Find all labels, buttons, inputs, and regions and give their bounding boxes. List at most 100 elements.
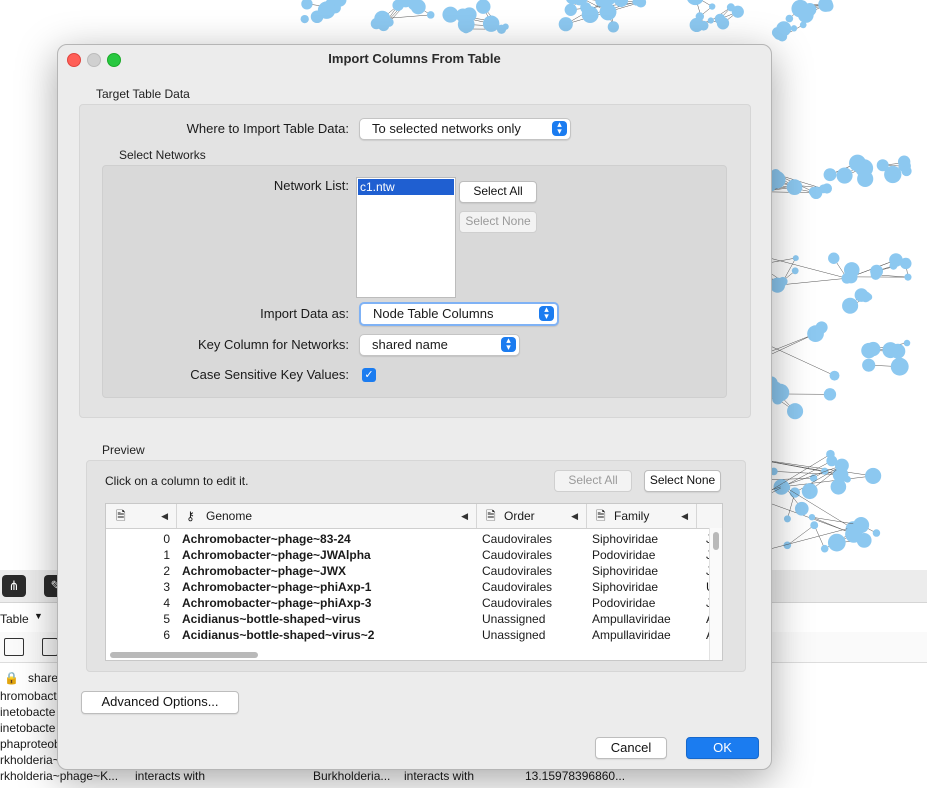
ok-button[interactable]: OK bbox=[686, 737, 759, 759]
bg-cell-name: hromobact bbox=[0, 689, 57, 703]
dialog-title: Import Columns From Table bbox=[328, 51, 501, 66]
network-node bbox=[807, 325, 824, 343]
network-node bbox=[901, 165, 912, 177]
bg-cell-name: rkholderia~ bbox=[0, 753, 60, 767]
network-list-item[interactable]: c1.ntw bbox=[358, 179, 454, 195]
preview-select-all-button[interactable]: Select All bbox=[554, 470, 632, 492]
dialog-titlebar[interactable]: Import Columns From Table bbox=[58, 45, 771, 73]
where-to-import-select[interactable]: To selected networks only ▴ ▾ bbox=[359, 118, 571, 140]
table-cell-family: Ampullaviridae bbox=[592, 612, 671, 626]
preview-hint: Click on a column to edit it. bbox=[105, 474, 249, 488]
network-node bbox=[384, 17, 394, 27]
network-node bbox=[862, 358, 876, 372]
network-node bbox=[790, 25, 798, 32]
network-node bbox=[410, 0, 426, 15]
table-row[interactable]: 6 Acidianus~bottle-shaped~virus~2 Unassign… bbox=[106, 627, 714, 643]
network-node bbox=[844, 475, 851, 483]
network-node bbox=[791, 0, 810, 18]
network-node bbox=[904, 273, 912, 281]
document-icon: 🗎 bbox=[596, 509, 606, 523]
advanced-options-button[interactable]: Advanced Options... bbox=[81, 691, 239, 714]
chevron-updown-icon: ▴ ▾ bbox=[552, 120, 567, 136]
select-all-networks-button[interactable]: Select All bbox=[459, 181, 537, 203]
bg-cell-name: phaproteob bbox=[0, 737, 61, 751]
network-node bbox=[808, 513, 816, 521]
table-row[interactable]: 5 Acidianus~bottle-shaped~virus Unassigned… bbox=[106, 611, 714, 627]
preview-table[interactable]: 🗎 ◀ ⚷ Genome ◀ 🗎 Order ◀ 🗎 Family ◀ 0 Achromo… bbox=[105, 503, 723, 661]
table-cell-family: Ampullaviridae bbox=[592, 628, 671, 642]
table-cell-genome: Acidianus~bottle-shaped~virus~2 bbox=[182, 628, 375, 642]
network-node bbox=[872, 529, 881, 537]
network-node bbox=[842, 297, 859, 314]
select-networks-label: Select Networks bbox=[119, 148, 206, 162]
network-node bbox=[370, 18, 383, 30]
import-data-as-select[interactable]: Node Table Columns ▴ ▾ bbox=[359, 302, 559, 326]
bg-cell-interaction: interacts with bbox=[135, 769, 206, 783]
table-row[interactable]: 3 Achromobacter~phage~phiAxp-1 Caudovirale… bbox=[106, 579, 714, 595]
preview-label: Preview bbox=[102, 443, 145, 457]
network-node bbox=[820, 544, 829, 553]
network-node bbox=[857, 170, 874, 187]
network-node bbox=[778, 276, 788, 287]
genome-column-header[interactable]: ⚷ Genome ◀ bbox=[176, 504, 477, 528]
table-cell-family: Siphoviridae bbox=[592, 580, 659, 594]
table-row[interactable]: 2 Achromobacter~phage~JWX Caudovirales Siph… bbox=[106, 563, 712, 579]
key-column-select[interactable]: shared name ▴ ▾ bbox=[359, 334, 520, 356]
import-icon[interactable] bbox=[42, 638, 58, 656]
network-node bbox=[828, 252, 840, 264]
network-node bbox=[442, 6, 459, 23]
bg-cell-target: Burkholderia... bbox=[313, 769, 391, 783]
table-cell-idx: 4 bbox=[163, 596, 170, 610]
network-node bbox=[849, 154, 866, 172]
family-column-header[interactable]: 🗎 Family ◀ bbox=[586, 504, 697, 528]
table-cell-order: Caudovirales bbox=[482, 564, 553, 578]
network-node bbox=[823, 168, 837, 182]
horizontal-scrollbar[interactable] bbox=[110, 652, 258, 658]
network-node bbox=[829, 370, 840, 381]
table-cell-genome: Achromobacter~phage~83-24 bbox=[182, 532, 351, 546]
table-cell-idx: 1 bbox=[163, 548, 170, 562]
columns-icon[interactable] bbox=[4, 638, 24, 656]
network-node bbox=[865, 467, 882, 484]
table-cell-family: Siphoviridae bbox=[592, 564, 659, 578]
network-node bbox=[836, 167, 853, 184]
network-node bbox=[809, 186, 823, 200]
table-cell-order: Caudovirales bbox=[482, 548, 553, 562]
network-node bbox=[827, 533, 846, 552]
network-list[interactable]: c1.ntw bbox=[356, 177, 456, 298]
share-icon[interactable]: ⋔ bbox=[2, 575, 26, 597]
table-row[interactable]: 0 Achromobacter~phage~83-24 Caudovirales Si… bbox=[106, 531, 712, 547]
network-node bbox=[714, 13, 726, 25]
document-icon: 🗎 bbox=[486, 509, 496, 523]
network-node bbox=[821, 183, 833, 194]
network-node bbox=[826, 449, 835, 459]
select-none-networks-button[interactable]: Select None bbox=[459, 211, 537, 233]
table-cell-genome: Acidianus~bottle-shaped~virus bbox=[182, 612, 361, 626]
table-cell-order: Caudovirales bbox=[482, 532, 553, 546]
network-node bbox=[731, 5, 744, 18]
network-node bbox=[789, 487, 800, 498]
network-node bbox=[801, 483, 818, 500]
order-column-header[interactable]: 🗎 Order ◀ bbox=[476, 504, 587, 528]
where-to-import-label: Where to Import Table Data: bbox=[186, 121, 349, 136]
table-row[interactable]: 4 Achromobacter~phage~phiAxp-3 Caudovirale… bbox=[106, 595, 712, 611]
network-node bbox=[785, 14, 794, 23]
table-cell-order: Unassigned bbox=[482, 612, 546, 626]
table-row[interactable]: 1 Achromobacter~phage~JWAlpha Caudovirales… bbox=[106, 547, 712, 563]
network-node bbox=[891, 344, 900, 352]
table-cell-idx: 2 bbox=[163, 564, 170, 578]
vertical-scrollbar[interactable] bbox=[709, 528, 722, 660]
cancel-button[interactable]: Cancel bbox=[595, 737, 667, 759]
network-node bbox=[502, 23, 509, 30]
network-node bbox=[426, 11, 435, 19]
index-column-header[interactable]: 🗎 ◀ bbox=[106, 504, 177, 528]
table-cell-idx: 0 bbox=[163, 532, 170, 546]
network-node bbox=[884, 165, 902, 184]
network-node bbox=[776, 21, 792, 37]
preview-select-none-button[interactable]: Select None bbox=[644, 470, 721, 492]
network-node bbox=[844, 270, 858, 284]
document-icon: 🗎 bbox=[116, 509, 126, 523]
table-cell-family: Podoviridae bbox=[592, 548, 656, 562]
case-sensitive-checkbox[interactable]: ✓ bbox=[362, 368, 376, 382]
network-node bbox=[780, 482, 791, 493]
